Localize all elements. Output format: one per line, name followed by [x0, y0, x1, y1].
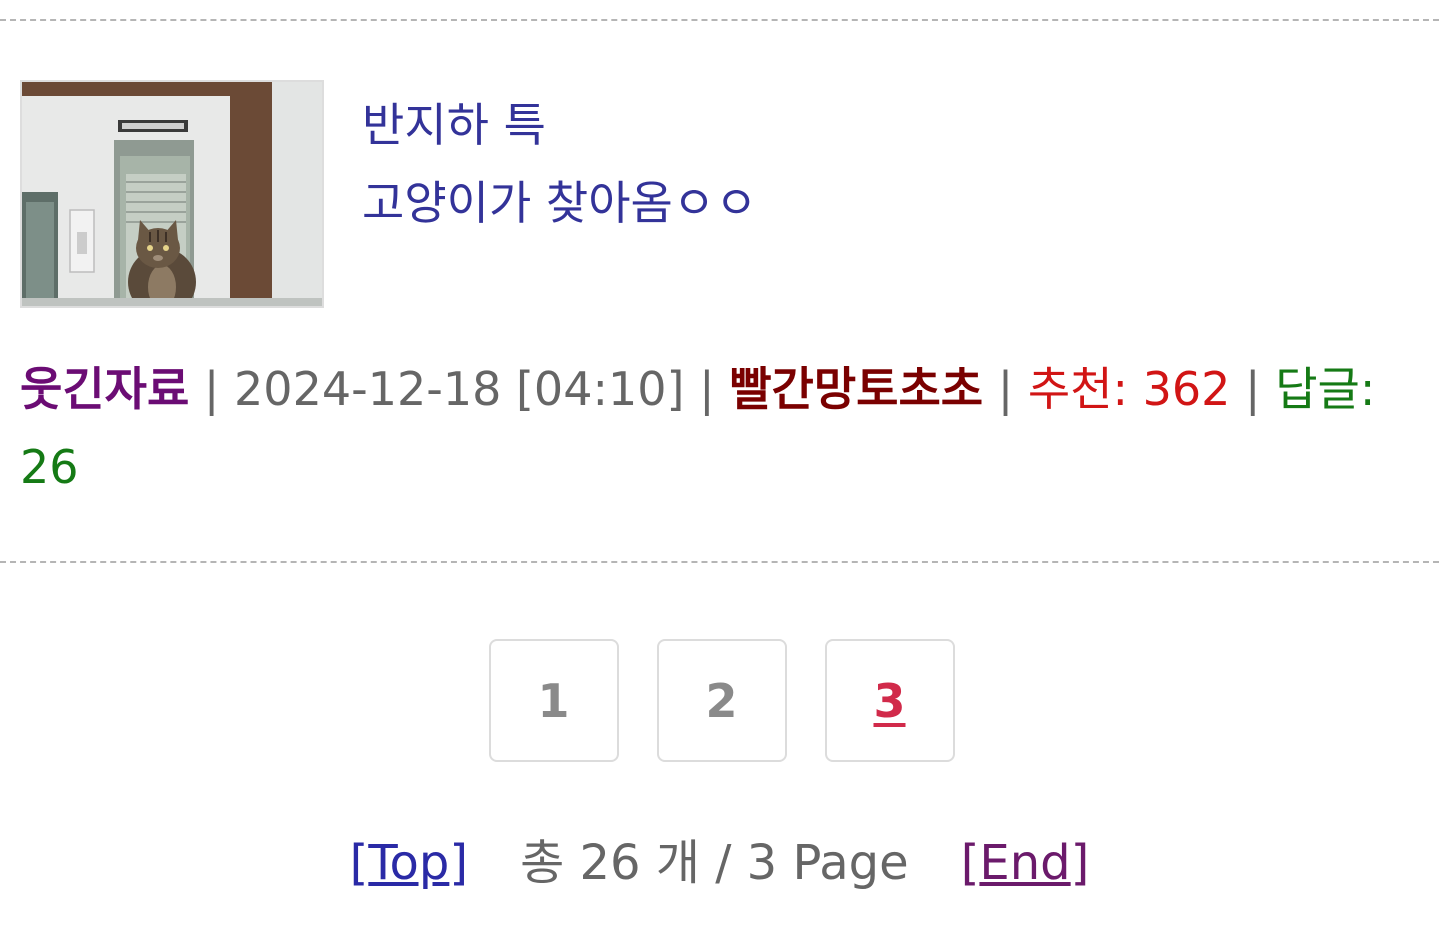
top-close-bracket: ]: [449, 835, 469, 891]
post-recommend-count: 추천: 362: [1027, 362, 1231, 416]
top-open-bracket: [: [349, 835, 369, 891]
post-title-line-2: 고양이가 찾아옴ㅇㅇ: [362, 176, 758, 230]
post-title-line-1: 반지하 특: [362, 98, 546, 152]
end-open-bracket: [: [960, 835, 980, 891]
footer-nav: [Top] 총 26 개 / 3 Page [End]: [0, 830, 1439, 896]
bottom-divider: [0, 561, 1439, 563]
post-meta: 웃긴자료 | 2024-12-18 [04:10] | 빨간망토초초 | 추천:…: [20, 350, 1415, 506]
meta-separator: |: [189, 362, 235, 416]
meta-separator: |: [983, 362, 1028, 416]
end-link-label: End: [979, 835, 1071, 891]
post-title-link[interactable]: 반지하 특 고양이가 찾아옴ㅇㅇ: [362, 86, 1122, 242]
page-button-2[interactable]: 2: [656, 639, 787, 762]
page-button-1[interactable]: 1: [488, 639, 619, 762]
page-summary: 총 26 개 / 3 Page: [520, 835, 909, 891]
cat-photo-icon: [22, 82, 322, 306]
top-link[interactable]: [Top]: [350, 835, 468, 891]
post-datetime: 2024-12-18 [04:10]: [234, 362, 685, 416]
pagination: 1 2 3: [0, 639, 1439, 762]
post-thumbnail[interactable]: [20, 80, 324, 308]
page-button-3-current[interactable]: 3: [824, 639, 955, 762]
end-link[interactable]: [End]: [961, 835, 1090, 891]
meta-separator: |: [1230, 362, 1276, 416]
top-link-label: Top: [368, 835, 450, 891]
post-author[interactable]: 빨간망토초초: [729, 362, 983, 416]
post-category[interactable]: 웃긴자료: [20, 362, 189, 416]
meta-separator: |: [684, 362, 730, 416]
end-close-bracket: ]: [1070, 835, 1090, 891]
top-divider: [0, 19, 1439, 21]
